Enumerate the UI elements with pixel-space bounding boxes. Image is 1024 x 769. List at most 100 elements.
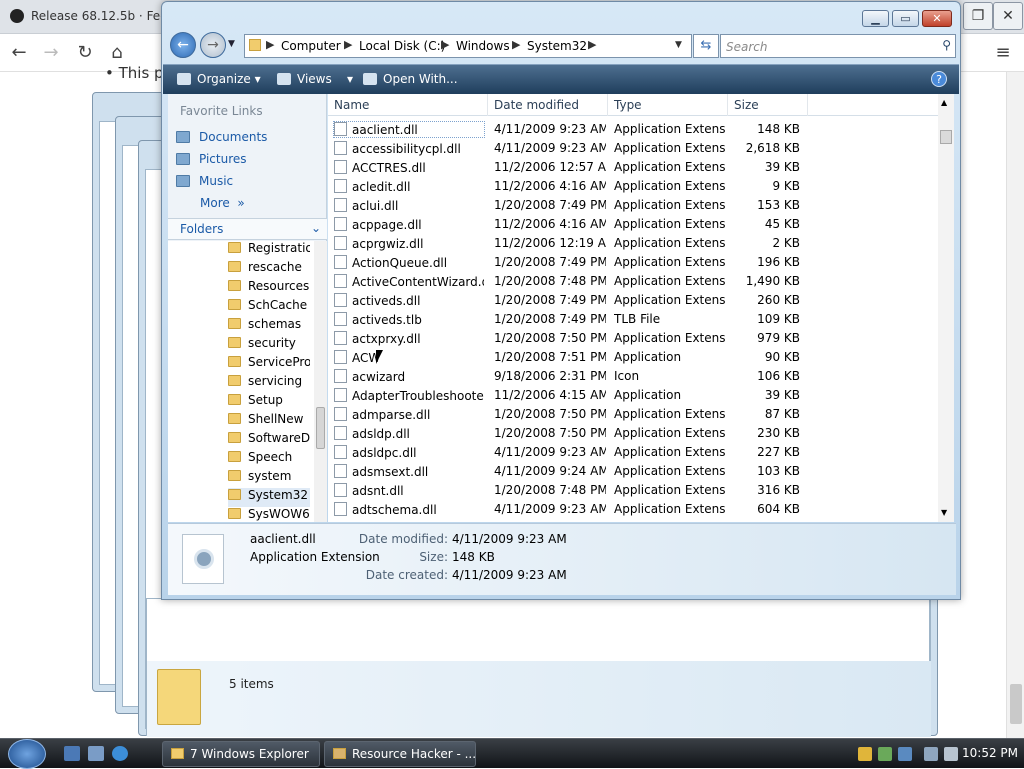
favorite-documents[interactable]: Documents <box>176 130 267 144</box>
file-row[interactable]: admparse.dll 1/20/2008 7:50 PM Application… <box>328 405 938 424</box>
forward-button[interactable]: → <box>200 32 226 58</box>
start-button[interactable] <box>8 739 46 769</box>
search-icon[interactable]: ⚲ <box>942 38 951 52</box>
tree-scrollbar[interactable] <box>314 241 327 522</box>
file-name-cell[interactable]: ActiveContentWizard.dll <box>334 274 484 289</box>
file-name-cell[interactable]: admparse.dll <box>334 407 484 422</box>
scroll-down-icon[interactable]: ▼ <box>941 508 947 517</box>
tree-item[interactable]: Speech <box>228 450 310 469</box>
recent-pages-icon[interactable]: ▼ <box>228 39 235 49</box>
tray-app-icon[interactable] <box>878 747 892 761</box>
file-row[interactable]: adsmsext.dll 4/11/2009 9:24 AM Application… <box>328 462 938 481</box>
security-shield-icon[interactable] <box>858 747 872 761</box>
help-icon[interactable]: ? <box>931 71 947 87</box>
file-name-cell[interactable]: adsmsext.dll <box>334 464 484 479</box>
file-name-cell[interactable]: acprgwiz.dll <box>334 236 484 251</box>
file-name-cell[interactable]: acppage.dll <box>334 217 484 232</box>
favorite-pictures[interactable]: Pictures <box>176 152 247 166</box>
reload-icon[interactable]: ↻ <box>72 40 98 66</box>
favorite-more[interactable]: More » <box>200 196 245 210</box>
browser-scrollbar[interactable] <box>1006 72 1024 738</box>
file-row[interactable]: actxprxy.dll 1/20/2008 7:50 PM Application… <box>328 329 938 348</box>
volume-icon[interactable] <box>944 747 958 761</box>
column-date-modified[interactable]: Date modified <box>488 94 608 116</box>
chevron-right-icon[interactable]: ▶ <box>588 38 596 51</box>
search-input[interactable]: Search <box>726 40 768 54</box>
tree-item[interactable]: ShellNew <box>228 412 310 431</box>
back-button[interactable]: ← <box>170 32 196 58</box>
file-name-cell[interactable]: acledit.dll <box>334 179 484 194</box>
column-name[interactable]: Name <box>328 94 488 116</box>
chevron-right-icon[interactable]: ▶ <box>344 38 352 51</box>
maximize-button[interactable]: ▭ <box>892 10 919 27</box>
tree-item[interactable]: rescache <box>228 260 310 279</box>
address-bar[interactable]: ▶ Computer ▶ Local Disk (C:) ▶ Windows ▶… <box>244 34 692 58</box>
back-icon[interactable]: ← <box>6 40 32 66</box>
file-list-scrollbar[interactable]: ▲ ▼ <box>938 94 954 522</box>
views-menu[interactable]: Views ▾ <box>277 72 353 86</box>
tray-app-icon[interactable] <box>898 747 912 761</box>
file-name-cell[interactable]: adsldp.dll <box>334 426 484 441</box>
column-type[interactable]: Type <box>608 94 728 116</box>
file-name-cell[interactable]: AdapterTroubleshooter <box>334 388 484 403</box>
home-icon[interactable]: ⌂ <box>104 40 130 66</box>
menu-icon[interactable]: ≡ <box>990 40 1016 66</box>
file-row[interactable]: AdapterTroubleshooter 11/2/2006 4:15 AM Ap… <box>328 386 938 405</box>
file-name-cell[interactable]: adsldpc.dll <box>334 445 484 460</box>
file-name-cell[interactable]: activeds.dll <box>334 293 484 308</box>
close-icon[interactable]: ✕ <box>993 2 1023 30</box>
file-name-cell[interactable]: adtschema.dll <box>334 502 484 517</box>
file-row[interactable]: ACCTRES.dll 11/2/2006 12:57 AM Application… <box>328 158 938 177</box>
breadcrumb-system32[interactable]: System32 <box>527 39 587 53</box>
minimize-button[interactable]: ▁ <box>862 10 889 27</box>
file-row[interactable]: acprgwiz.dll 11/2/2006 12:19 AM Applicatio… <box>328 234 938 253</box>
tree-item[interactable]: schemas <box>228 317 310 336</box>
open-with-button[interactable]: Open With... <box>363 72 458 86</box>
tree-item[interactable]: Registratio <box>228 241 310 260</box>
refresh-button[interactable]: ⇆ <box>693 34 719 58</box>
tree-item[interactable]: SoftwareDi <box>228 431 310 450</box>
file-row[interactable]: adsldp.dll 1/20/2008 7:50 PM Application E… <box>328 424 938 443</box>
breadcrumb-local-disk[interactable]: Local Disk (C:) <box>359 39 445 53</box>
chevron-right-icon[interactable]: ▶ <box>441 38 449 51</box>
task-windows-explorer[interactable]: 7 Windows Explorer <box>162 741 320 767</box>
tree-item[interactable]: SysWOW64 <box>228 507 310 522</box>
chevron-right-icon[interactable]: ▶ <box>266 38 274 51</box>
file-name-cell[interactable]: activeds.tlb <box>334 312 484 327</box>
breadcrumb-windows[interactable]: Windows <box>456 39 510 53</box>
file-name-cell[interactable]: actxprxy.dll <box>334 331 484 346</box>
file-row[interactable]: acwizard 9/18/2006 2:31 PM Icon 106 KB <box>328 367 938 386</box>
file-name-cell[interactable]: acwizard <box>334 369 484 384</box>
search-box[interactable]: Search ⚲ <box>720 34 956 58</box>
file-name-cell[interactable]: accessibilitycpl.dll <box>334 141 484 156</box>
tree-item[interactable]: System32 <box>228 488 310 507</box>
file-row[interactable]: aaclient.dll 4/11/2009 9:23 AM Application… <box>328 120 938 139</box>
close-button[interactable]: ✕ <box>922 10 952 27</box>
tree-item[interactable]: Setup <box>228 393 310 412</box>
file-row[interactable]: adtschema.dll 4/11/2009 9:23 AM Applicatio… <box>328 500 938 519</box>
show-desktop-icon[interactable] <box>64 746 80 761</box>
file-row[interactable]: accessibilitycpl.dll 4/11/2009 9:23 AM App… <box>328 139 938 158</box>
file-row[interactable]: activeds.dll 1/20/2008 7:49 PM Application… <box>328 291 938 310</box>
file-row[interactable]: ACW 1/20/2008 7:51 PM Application 90 KB <box>328 348 938 367</box>
tree-item[interactable]: ServiceProt <box>228 355 310 374</box>
file-row[interactable]: aclui.dll 1/20/2008 7:49 PM Application Ex… <box>328 196 938 215</box>
task-resource-hacker[interactable]: Resource Hacker - ... <box>324 741 476 767</box>
clock[interactable]: 10:52 PM <box>962 746 1018 760</box>
file-row[interactable]: ActionQueue.dll 1/20/2008 7:49 PM Applicat… <box>328 253 938 272</box>
file-row[interactable]: adsnt.dll 1/20/2008 7:48 PM Application Ex… <box>328 481 938 500</box>
file-row[interactable]: acledit.dll 11/2/2006 4:16 AM Application … <box>328 177 938 196</box>
tree-item[interactable]: Resources <box>228 279 310 298</box>
tree-item[interactable]: security <box>228 336 310 355</box>
organize-menu[interactable]: Organize ▾ <box>177 72 261 86</box>
file-name-cell[interactable]: ACCTRES.dll <box>334 160 484 175</box>
restore-icon[interactable]: ❐ <box>963 2 993 30</box>
tree-item[interactable]: system <box>228 469 310 488</box>
chevron-down-icon[interactable]: ⌄ <box>311 221 321 235</box>
file-row[interactable]: activeds.tlb 1/20/2008 7:49 PM TLB File 109… <box>328 310 938 329</box>
chevron-right-icon[interactable]: ▶ <box>512 38 520 51</box>
file-name-cell[interactable]: ActionQueue.dll <box>334 255 484 270</box>
folders-header[interactable]: Folders ⌄ <box>168 218 327 240</box>
file-name-cell[interactable]: adsnt.dll <box>334 483 484 498</box>
file-row[interactable]: acppage.dll 11/2/2006 4:16 AM Application … <box>328 215 938 234</box>
